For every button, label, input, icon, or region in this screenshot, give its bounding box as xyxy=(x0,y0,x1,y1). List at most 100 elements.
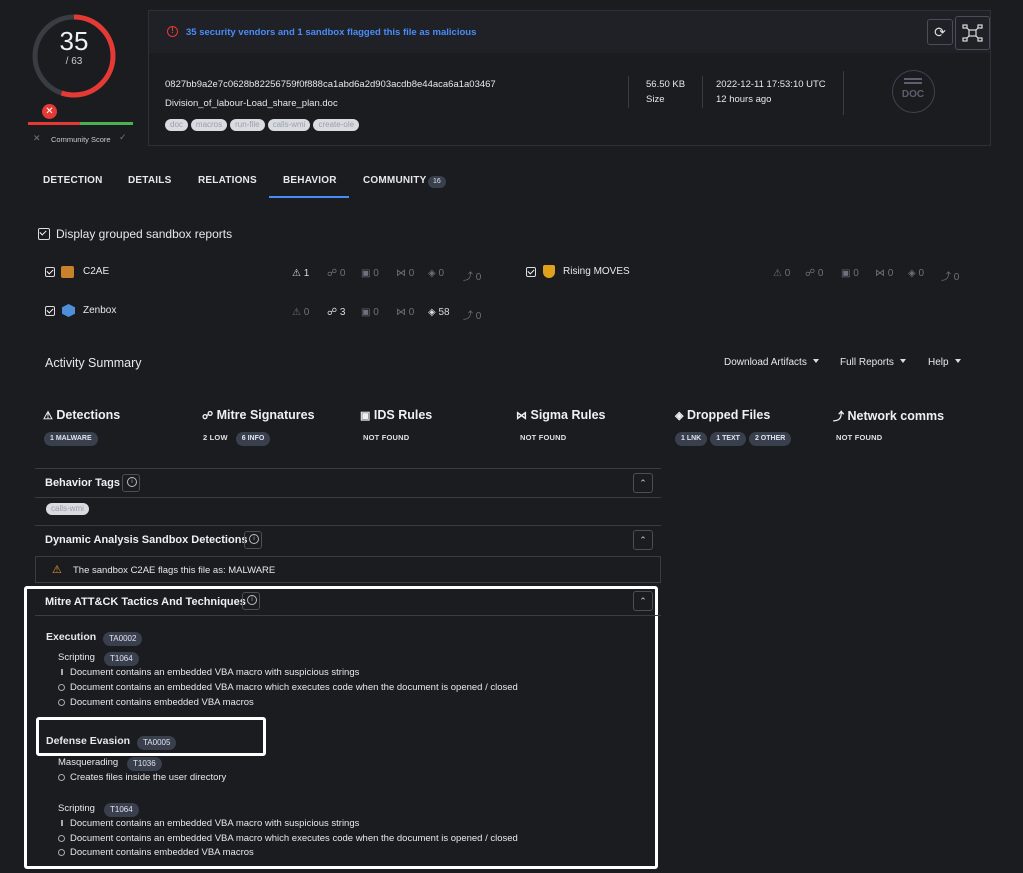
info-severity-icon xyxy=(58,849,65,856)
dynamic-analysis-body: ⚠ The sandbox C2AE flags this file as: M… xyxy=(35,556,661,583)
grouped-reports-checkbox[interactable] xyxy=(38,228,50,243)
technique-id-badge[interactable]: T1064 xyxy=(104,803,139,817)
mitre-finding: Document contains an embedded VBA macro … xyxy=(58,818,359,829)
collapse-button[interactable]: ⌃ xyxy=(633,530,653,550)
collapse-button[interactable]: ⌃ xyxy=(633,591,653,611)
sigma-value: NOT FOUND xyxy=(520,433,567,442)
community-count-badge: 16 xyxy=(428,176,446,188)
sigma-stat: ⋈ 0 xyxy=(875,268,894,279)
info-icon[interactable] xyxy=(242,592,260,610)
tab-details[interactable]: DETAILS xyxy=(128,175,171,186)
reanalyze-button[interactable]: ⟳ xyxy=(927,19,953,45)
network-value: NOT FOUND xyxy=(836,433,883,442)
tag[interactable]: calls-wmi xyxy=(267,119,311,131)
tactic-execution[interactable]: Execution xyxy=(46,631,96,643)
community-x-icon: ✕ xyxy=(42,104,57,119)
mitre-finding: Document contains embedded VBA macros xyxy=(58,847,254,858)
ids-stat: ▣ 0 xyxy=(361,268,379,279)
section-title: Dynamic Analysis Sandbox Detections xyxy=(45,534,248,546)
sandbox-zenbox-checkbox[interactable] xyxy=(45,306,55,319)
network-comms-category[interactable]: ⤴ Network comms xyxy=(833,408,944,424)
tag[interactable]: create-ole xyxy=(313,119,360,131)
detection-score: 35 / 63 xyxy=(28,10,120,102)
tactic-id-badge[interactable]: TA0005 xyxy=(137,736,177,750)
technique-scripting[interactable]: Scripting xyxy=(58,803,95,814)
file-hash[interactable]: 0827bb9a2e7c0628b82256759f0f888ca1abd6a2… xyxy=(165,79,496,90)
dynamic-analysis-header[interactable]: Dynamic Analysis Sandbox Detections ⌃ xyxy=(35,525,661,554)
mitre-values: 2 LOW 6 INFO xyxy=(203,431,271,446)
sandbox-rising-checkbox[interactable] xyxy=(526,267,536,280)
help-menu[interactable]: Help xyxy=(928,357,961,368)
alert-text: 35 security vendors and 1 sandbox flagge… xyxy=(186,27,477,38)
tactic-defense-evasion[interactable]: Defense Evasion xyxy=(46,735,130,747)
community-score-bar xyxy=(28,122,133,125)
tab-detection[interactable]: DETECTION xyxy=(43,175,103,186)
score-value: 35 xyxy=(59,26,89,56)
detections-category[interactable]: ⚠ Detections xyxy=(43,408,120,422)
dynamic-message: The sandbox C2AE flags this file as: MAL… xyxy=(73,565,276,576)
tab-community[interactable]: COMMUNITY xyxy=(363,175,426,186)
info-severity-icon xyxy=(58,835,65,842)
info-icon[interactable] xyxy=(122,474,140,492)
collapse-button[interactable]: ⌃ xyxy=(633,473,653,493)
ids-icon: ▣ xyxy=(360,410,371,422)
mitre-stat: ☍ 3 xyxy=(327,307,346,318)
behavior-tag[interactable]: calls-wmi xyxy=(46,503,89,515)
mitre-stat: ☍ 0 xyxy=(327,268,346,279)
sigma-stat: ⋈ 0 xyxy=(396,307,415,318)
doc-filetype-icon: DOC xyxy=(892,70,935,113)
sandbox-name[interactable]: Zenbox xyxy=(83,305,116,316)
behavior-tags-header[interactable]: Behavior Tags ⌃ xyxy=(35,468,661,497)
detections-stat: ⚠ 0 xyxy=(773,268,791,279)
technique-id-badge[interactable]: T1036 xyxy=(127,757,162,771)
divider xyxy=(702,76,703,108)
sandbox-name[interactable]: Rising MOVES xyxy=(563,266,630,277)
download-artifacts-menu[interactable]: Download Artifacts xyxy=(724,357,819,368)
date-ago: 12 hours ago xyxy=(716,94,772,105)
technique-id-badge[interactable]: T1064 xyxy=(104,652,139,666)
tactic-id-badge[interactable]: TA0002 xyxy=(103,632,143,646)
mitre-icon: ☍ xyxy=(202,410,214,422)
sandbox-c2ae-checkbox[interactable] xyxy=(45,267,55,280)
tab-relations[interactable]: RELATIONS xyxy=(198,175,257,186)
downvote-icon[interactable]: ✕ xyxy=(33,133,41,144)
dropped-stat: ◈ 58 xyxy=(428,307,450,318)
tag[interactable]: run-file xyxy=(230,119,265,131)
tag[interactable]: macros xyxy=(190,119,228,131)
warning-icon: ⚠ xyxy=(52,564,62,576)
score-total: / 63 xyxy=(65,56,83,67)
ids-category[interactable]: ▣ IDS Rules xyxy=(360,408,432,422)
network-icon: ⤴ xyxy=(833,411,844,423)
upvote-icon[interactable]: ✓ xyxy=(119,132,127,143)
file-name: Division_of_labour-Load_share_plan.doc xyxy=(165,98,338,109)
mitre-stat: ☍ 0 xyxy=(805,268,824,279)
tab-behavior[interactable]: BEHAVIOR xyxy=(283,175,337,186)
low-severity-icon xyxy=(61,669,63,675)
date-value: 2022-12-11 17:53:10 UTC xyxy=(716,79,826,90)
info-icon[interactable] xyxy=(244,531,262,549)
sigma-category[interactable]: ⋈ Sigma Rules xyxy=(516,408,606,422)
ids-stat: ▣ 0 xyxy=(841,268,859,279)
dropped-files-icon: ◈ xyxy=(675,410,684,422)
ids-value: NOT FOUND xyxy=(363,433,410,442)
full-reports-menu[interactable]: Full Reports xyxy=(840,357,906,368)
mitre-finding: Document contains an embedded VBA macro … xyxy=(58,833,518,844)
sandbox-name[interactable]: C2AE xyxy=(83,266,109,277)
rising-logo-icon xyxy=(543,265,555,278)
file-summary-card: ! 35 security vendors and 1 sandbox flag… xyxy=(148,10,991,146)
technique-scripting[interactable]: Scripting xyxy=(58,652,95,663)
dropped-files-category[interactable]: ◈ Dropped Files xyxy=(675,408,770,422)
mitre-category[interactable]: ☍ Mitre Signatures xyxy=(202,408,315,422)
filetype-label: DOC xyxy=(901,89,925,100)
divider xyxy=(628,76,629,108)
sigma-stat: ⋈ 0 xyxy=(396,268,415,279)
technique-masquerading[interactable]: Masquerading xyxy=(58,757,118,768)
similar-icon[interactable] xyxy=(955,16,990,50)
divider xyxy=(843,71,844,115)
mitre-tactics-header[interactable]: Mitre ATT&CK Tactics And Techniques ⌃ xyxy=(35,588,661,616)
network-stat: ⤴ 0 xyxy=(463,272,482,283)
tag[interactable]: doc xyxy=(165,119,188,131)
activity-summary-title: Activity Summary xyxy=(45,356,142,370)
c2ae-logo-icon xyxy=(61,266,74,278)
mitre-finding: Document contains embedded VBA macros xyxy=(58,697,254,708)
